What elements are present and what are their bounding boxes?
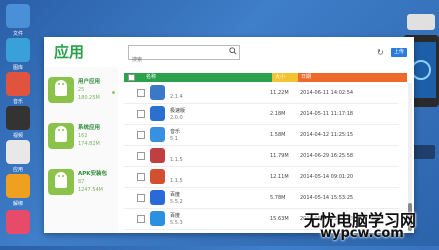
- android-icon: [48, 169, 74, 195]
- category-count: 87: [78, 179, 85, 185]
- category-count: 25: [78, 87, 85, 93]
- desktop-icon-label: 音乐: [12, 99, 23, 105]
- column-header-date[interactable]: 日期: [298, 73, 407, 82]
- row-checkbox[interactable]: [137, 152, 145, 160]
- app-size: 11.22M: [270, 90, 289, 96]
- upload-button[interactable]: 上传: [391, 48, 407, 57]
- app-version: 5.5.2: [170, 199, 183, 205]
- desktop-icon-label: 视频: [12, 133, 23, 139]
- app-version: 1.1.5: [170, 157, 183, 163]
- desktop-icon-4[interactable]: [6, 140, 30, 164]
- search-box[interactable]: [128, 45, 240, 66]
- desktop-icon-label: 文件: [12, 31, 23, 37]
- table-row[interactable]: 2.1.4 11.22M 2014-06-11 14:02:54: [124, 83, 399, 104]
- row-checkbox[interactable]: [137, 131, 145, 139]
- category-size: 180.25M: [78, 95, 100, 101]
- refresh-icon[interactable]: ↻: [377, 48, 384, 57]
- category-item[interactable]: APK安装包 87 1247.54M: [48, 165, 110, 205]
- desktop-icon-label: 应用: [12, 167, 23, 173]
- app-date: 2014-05-14 15:53:25: [300, 195, 354, 201]
- app-icon: [150, 127, 165, 142]
- page-title: 应用: [54, 43, 85, 61]
- table-row[interactable]: 极速版 2.0.0 2.18M 2014-05-11 11:17:18: [124, 104, 399, 125]
- category-count: 162: [78, 133, 88, 139]
- app-date: 2014-06-29 16:25:58: [300, 153, 354, 159]
- search-icon[interactable]: [229, 47, 237, 55]
- select-all-checkbox[interactable]: [128, 74, 135, 81]
- app-icon: [150, 211, 165, 226]
- desktop-icon-0[interactable]: [6, 4, 30, 28]
- app-icon: [150, 106, 165, 121]
- app-version: 5.1: [170, 136, 178, 142]
- column-header-size[interactable]: 大小: [272, 73, 298, 82]
- category-item[interactable]: 系统应用 162 174.82M: [48, 119, 110, 159]
- app-size: 11.79M: [270, 153, 289, 159]
- category-size: 174.82M: [78, 141, 100, 147]
- table-row[interactable]: 音乐 5.1 1.58M 2014-04-12 11:25:15: [124, 125, 399, 146]
- app-name: 百度: [170, 192, 181, 198]
- desktop-icon-6[interactable]: [6, 210, 30, 234]
- app-icon: [150, 148, 165, 163]
- app-date: 2014-05-11 11:17:18: [300, 111, 354, 117]
- desktop-icon-3[interactable]: [6, 106, 30, 130]
- category-name: APK安装包: [78, 171, 108, 177]
- selected-indicator: [112, 91, 115, 94]
- row-checkbox[interactable]: [137, 110, 145, 118]
- app-manager-window: 应用 ↻ 上传 用户应用 25 180.25M 系统应用 162 174.82M APK安装…: [44, 37, 414, 233]
- app-version: 5.5.3: [170, 220, 183, 226]
- category-name: 用户应用: [78, 79, 101, 85]
- table-row[interactable]: 1.1.5 12.11M 2014-05-14 09:01:20: [124, 167, 399, 188]
- table-row[interactable]: 百度 5.5.2 5.78M 2014-05-14 15:53:25: [124, 188, 399, 209]
- category-item[interactable]: 用户应用 25 180.25M: [48, 73, 110, 113]
- app-icon: [150, 190, 165, 205]
- app-icon: [150, 85, 165, 100]
- title-bar: 应用 ↻ 上传: [44, 37, 414, 67]
- app-name: 百度: [170, 213, 181, 219]
- app-date: 2014-05-14 09:01:20: [300, 174, 354, 180]
- row-checkbox[interactable]: [137, 89, 145, 97]
- watermark-url: wypcw.com: [320, 226, 404, 241]
- category-size: 1247.54M: [78, 187, 103, 193]
- desktop-icon-1[interactable]: [6, 38, 30, 62]
- app-size: 12.11M: [270, 174, 289, 180]
- android-icon: [48, 77, 74, 103]
- column-header-name[interactable]: 名称: [124, 73, 272, 82]
- desktop-icon-label: 图库: [12, 65, 23, 71]
- category-sidebar: 用户应用 25 180.25M 系统应用 162 174.82M APK安装包 87 1247.…: [44, 67, 118, 233]
- desktop-icon-2[interactable]: [6, 72, 30, 96]
- app-date: 2014-04-12 11:25:15: [300, 132, 354, 138]
- row-checkbox[interactable]: [137, 215, 145, 223]
- app-version: 2.1.4: [170, 94, 183, 100]
- app-size: 2.18M: [270, 111, 286, 117]
- column-header-name-label: 名称: [146, 74, 157, 80]
- table-header: 名称 大小 日期: [124, 73, 407, 82]
- app-name: 音乐: [170, 129, 181, 135]
- app-date: 2014-06-11 14:02:54: [300, 90, 354, 96]
- app-version: 2.0.0: [170, 115, 183, 121]
- android-icon: [48, 123, 74, 149]
- app-size: 5.78M: [270, 195, 286, 201]
- row-checkbox[interactable]: [137, 173, 145, 181]
- app-icon: [150, 169, 165, 184]
- desktop-icon-label: 解绑: [12, 201, 23, 207]
- cloud-icon: [407, 14, 435, 30]
- category-name: 系统应用: [78, 125, 101, 131]
- table-row[interactable]: 1.1.5 11.79M 2014-06-29 16:25:58: [124, 146, 399, 167]
- app-size: 15.63M: [270, 216, 289, 222]
- desktop-icon-5[interactable]: [6, 174, 30, 198]
- app-name: 极速版: [170, 108, 186, 114]
- app-size: 1.58M: [270, 132, 286, 138]
- row-checkbox[interactable]: [137, 194, 145, 202]
- app-version: 1.1.5: [170, 178, 183, 184]
- desktop-left-dock: 文件图库音乐视频应用解绑: [0, 0, 38, 246]
- search-input[interactable]: [129, 54, 222, 66]
